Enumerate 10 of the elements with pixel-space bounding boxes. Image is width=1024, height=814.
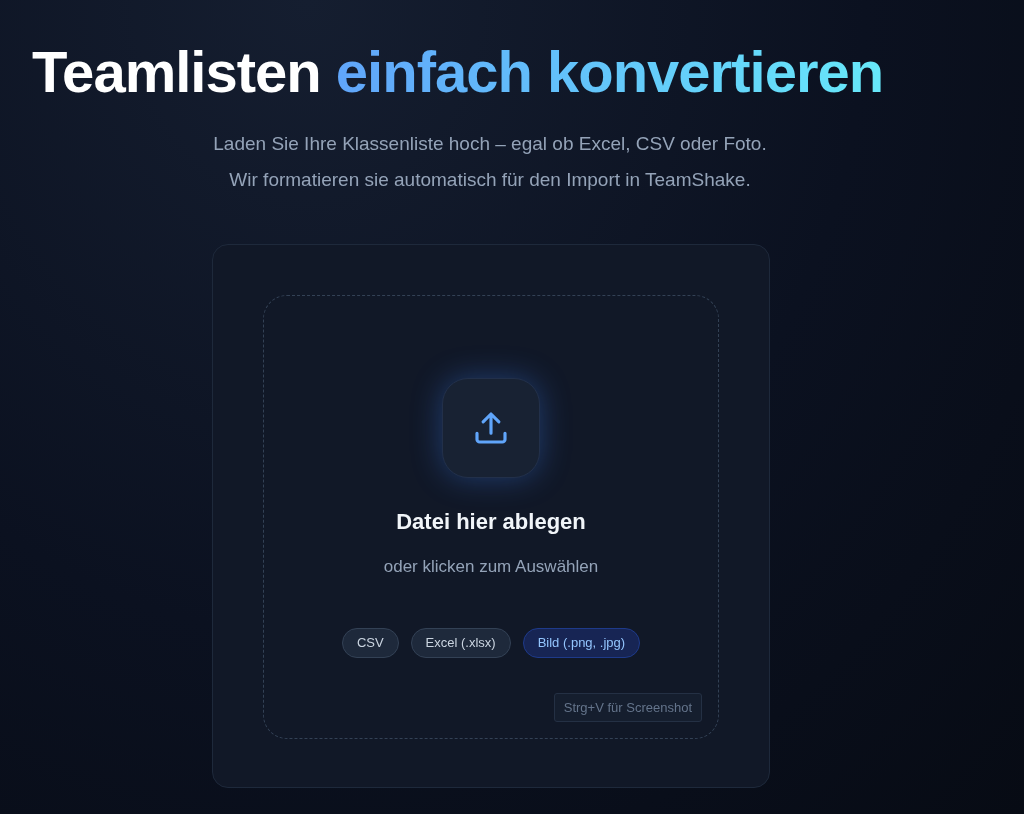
- format-chip: Excel (.xlsx): [410, 627, 511, 658]
- heading: Teamlisten: [32, 39, 321, 104]
- intro-text: Wir formatieren sie automatisch für den Import in TeamShake.: [229, 168, 751, 192]
- drop-title: Datei hier ablegen: [396, 508, 586, 536]
- format-chip: CSV: [341, 627, 399, 658]
- format-chip: Bild (.png, .jpg): [522, 627, 641, 658]
- drop-subtitle: oder klicken zum Auswählen: [383, 556, 599, 578]
- drop-zone[interactable]: Datei hier ablegen oder klicken zum Auswählen CSV Excel (.xlsx) Bild (.png, .jpg) Strg+V für Screenshot: [263, 295, 719, 739]
- shortcut-hint: Strg+V für Screenshot: [553, 692, 702, 722]
- intro-text: Laden Sie Ihre Klassenliste hoch – egal ob Excel, CSV oder Foto.: [213, 132, 767, 156]
